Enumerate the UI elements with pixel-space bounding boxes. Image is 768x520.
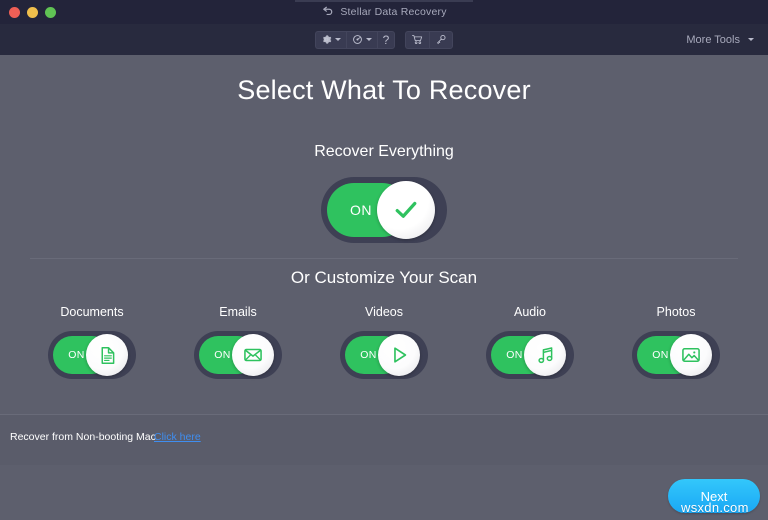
customize-scan-label: Or Customize Your Scan <box>290 268 478 287</box>
click-here-link[interactable]: Click here <box>154 431 201 443</box>
document-icon <box>101 346 114 364</box>
toggle-knob <box>377 181 435 239</box>
recover-everything-toggle[interactable]: ON <box>321 177 447 243</box>
category-label: Videos <box>365 305 403 319</box>
section-divider <box>30 258 738 259</box>
more-tools-menu[interactable]: More Tools <box>686 24 754 55</box>
toggle-on-label: ON <box>68 349 85 361</box>
category-toggle-row: Documents ON Emails ON Videos ON Audio O… <box>28 305 740 379</box>
buy-button[interactable] <box>405 30 430 49</box>
toggle-knob <box>378 334 420 376</box>
next-button[interactable]: Next <box>668 479 760 513</box>
chevron-down-icon <box>748 38 754 41</box>
category-label: Photos <box>656 305 696 319</box>
toggle-on-label: ON <box>214 349 231 361</box>
back-arrow-icon <box>323 6 333 16</box>
more-tools-label: More Tools <box>686 33 740 46</box>
play-icon <box>394 347 407 363</box>
toolbar-group-left: ? <box>314 30 396 49</box>
music-note-icon <box>537 346 552 363</box>
cart-icon <box>412 35 423 44</box>
category-documents: Documents ON <box>28 305 156 379</box>
photo-icon <box>682 347 700 363</box>
title-bar-highlight <box>295 0 473 2</box>
toggle-knob <box>86 334 128 376</box>
category-emails: Emails ON <box>174 305 302 379</box>
help-button[interactable]: ? <box>376 30 396 49</box>
category-label: Documents <box>60 305 124 319</box>
toggle-knob <box>670 334 712 376</box>
footer-bar: Recover from Non-booting Mac Click here <box>0 415 768 465</box>
chevron-down-icon <box>365 38 372 41</box>
key-icon <box>437 35 446 45</box>
window-title: Stellar Data Recovery <box>0 5 768 18</box>
recovery-history-button[interactable] <box>345 30 377 49</box>
question-mark-icon: ? <box>382 32 390 47</box>
category-audio: Audio ON <box>466 305 594 379</box>
category-label: Emails <box>219 305 257 319</box>
activate-button[interactable] <box>429 30 454 49</box>
page-title: Select What To Recover <box>237 75 531 105</box>
check-icon <box>395 201 417 218</box>
toggle-on-label: ON <box>506 349 523 361</box>
window-title-label: Stellar Data Recovery <box>340 5 447 18</box>
chevron-down-icon <box>334 38 341 41</box>
photos-toggle[interactable]: ON <box>632 331 720 379</box>
settings-button[interactable] <box>314 30 346 49</box>
title-bar: Stellar Data Recovery <box>0 0 768 24</box>
disc-icon <box>352 35 362 44</box>
toolbar: ? More Tools <box>0 24 768 55</box>
envelope-icon <box>244 348 262 362</box>
non-booting-mac-label: Recover from Non-booting Mac <box>10 431 156 443</box>
category-photos: Photos ON <box>612 305 740 379</box>
emails-toggle[interactable]: ON <box>194 331 282 379</box>
recover-everything-label: Recover Everything <box>314 143 454 160</box>
toggle-on-label: ON <box>652 349 669 361</box>
documents-toggle[interactable]: ON <box>48 331 136 379</box>
toolbar-buttons: ? <box>0 24 768 55</box>
category-videos: Videos ON <box>320 305 448 379</box>
category-label: Audio <box>514 305 546 319</box>
toggle-on-label: ON <box>360 349 377 361</box>
audio-toggle[interactable]: ON <box>486 331 574 379</box>
videos-toggle[interactable]: ON <box>340 331 428 379</box>
toggle-knob <box>524 334 566 376</box>
gear-icon <box>322 35 331 44</box>
toggle-on-label: ON <box>350 202 372 218</box>
toolbar-group-right <box>405 30 454 49</box>
toggle-knob <box>232 334 274 376</box>
